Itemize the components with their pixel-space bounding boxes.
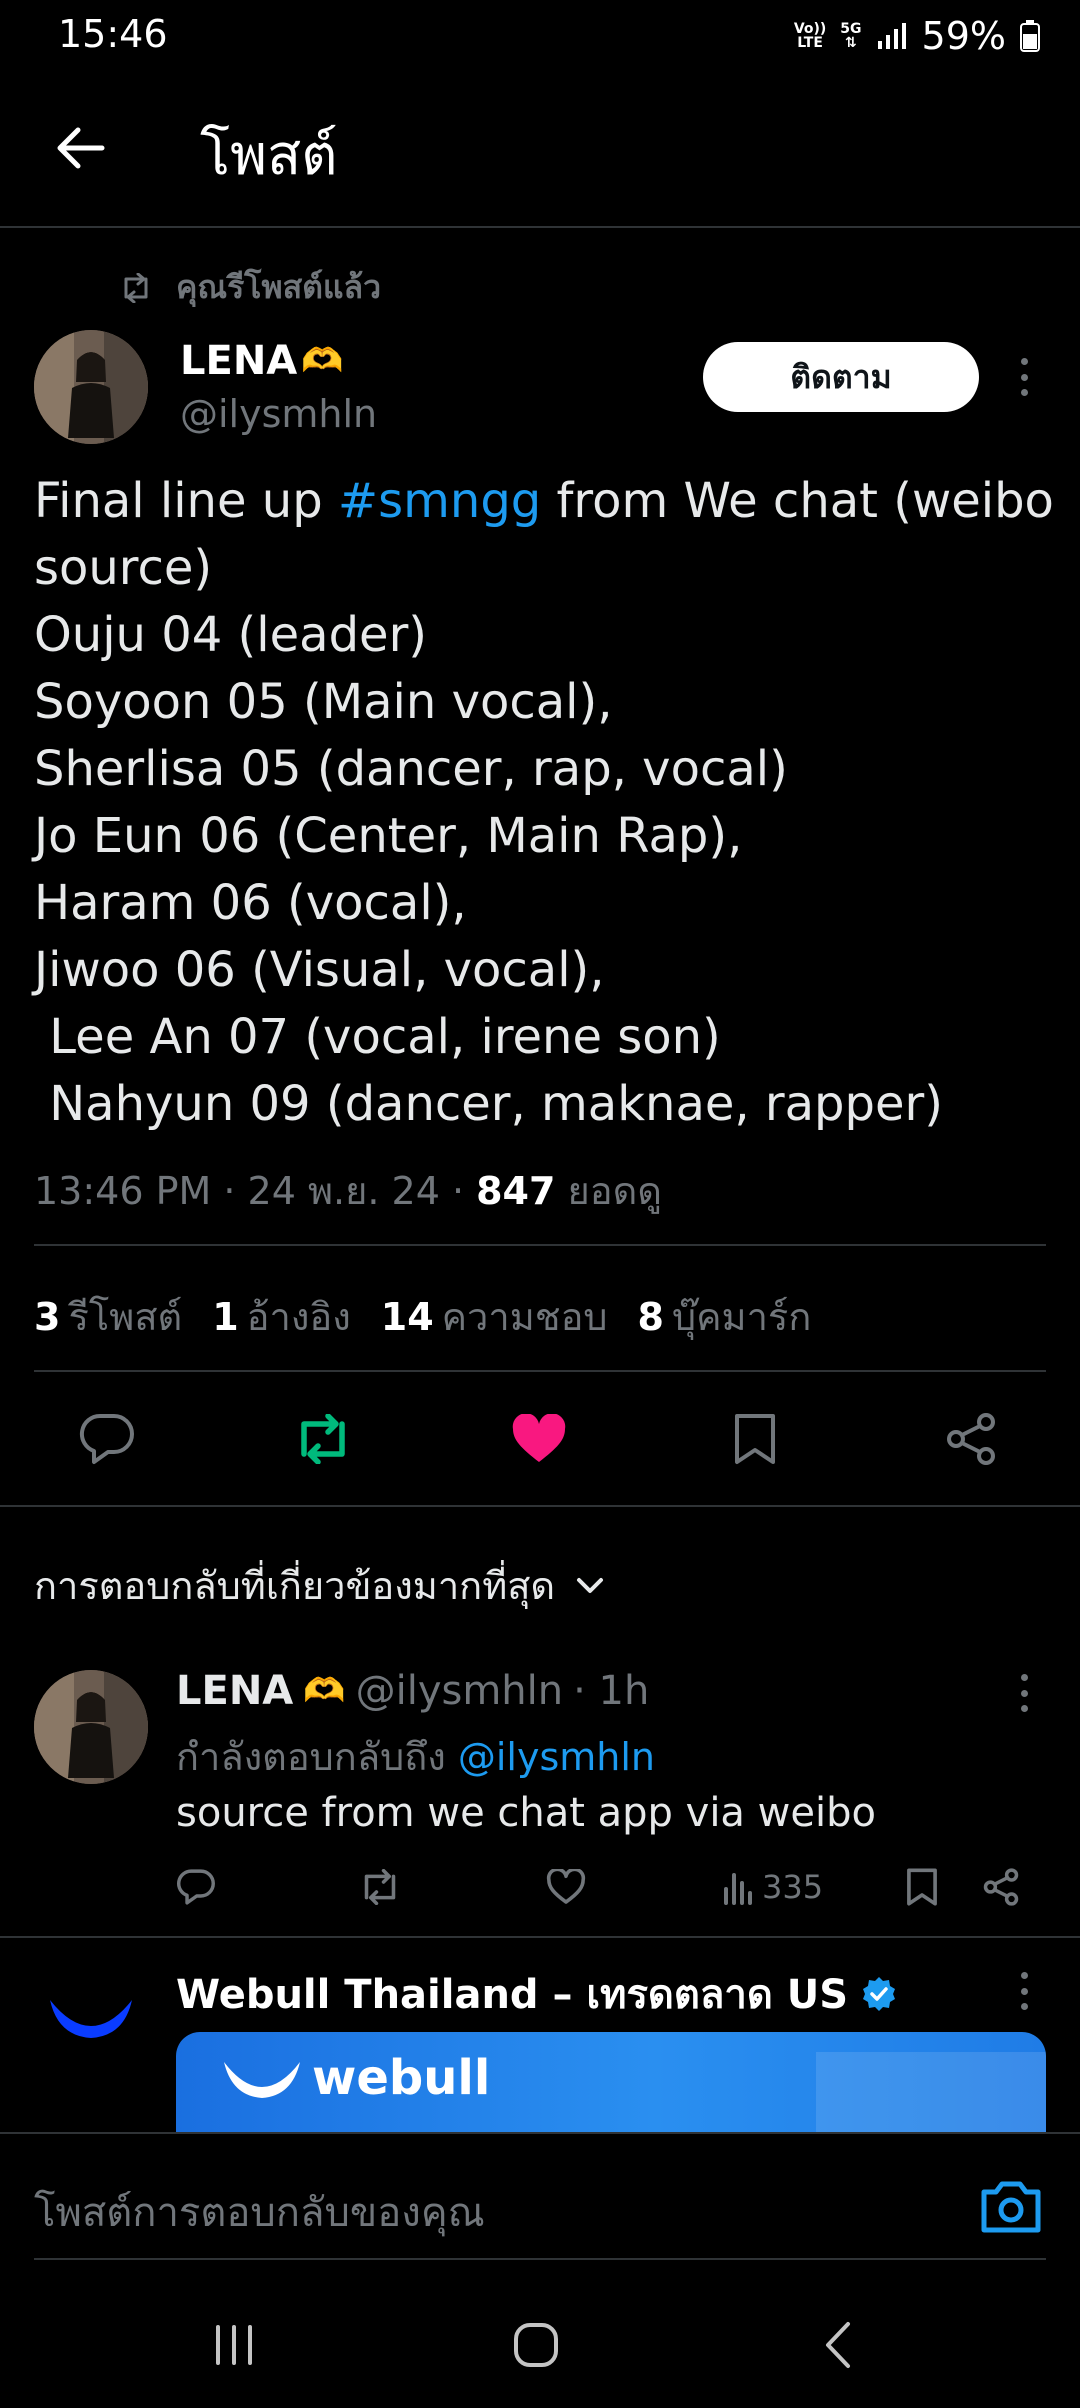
home-icon [514,2323,558,2367]
back-button[interactable] [40,112,120,184]
heart-icon [512,1414,566,1462]
reply-handle: @ilysmhln [355,1668,564,1714]
camera-button[interactable] [978,2176,1044,2236]
compose-underline [34,2258,1046,2260]
reply-more-options-icon[interactable] [1009,1668,1039,1718]
page-title: โพสต์ [200,123,338,188]
quotes-stat[interactable]: 1 อ้างอิง [212,1286,351,1347]
home-button[interactable] [496,2310,576,2380]
camera-icon [981,2181,1041,2233]
signal-icon [877,23,906,49]
tweet-line: Ouju 04 (leader) [34,607,428,663]
view-count: 847 [476,1169,556,1213]
system-back-button[interactable] [798,2310,878,2380]
reply-share-button[interactable] [982,1862,1020,1912]
ad-media-decoration [816,2052,1046,2132]
network-indicator: 5G ⇅ [840,21,862,51]
reply-icon [79,1413,134,1464]
tweet-timestamp: 13:46 PM · 24 พ.ย. 24 · 847 ยอดดู [34,1169,662,1213]
tweet-line: Haram 06 (vocal), [34,875,467,931]
volte-indicator: Vo)) LTE [793,21,827,51]
reply-icon [177,1869,215,1905]
tweet-stats: 3 รีโพสต์ 1 อ้างอิง 14 ความชอบ 8 บุ๊คมาร์ก [34,1286,811,1347]
hands-heart-emoji: 🫶 [301,341,344,381]
header-divider [0,226,1080,228]
repost-icon [124,272,148,303]
bookmark-icon [907,1868,937,1906]
hands-heart-emoji: 🫶 [303,1671,346,1711]
divider [34,1244,1046,1246]
divider [34,1370,1046,1372]
author-name[interactable]: LENA 🫶 [180,338,344,384]
likes-stat[interactable]: 14 ความชอบ [381,1286,608,1347]
reply-time: · 1h [573,1668,650,1714]
reply-bookmark-button[interactable] [906,1862,938,1912]
reply-input[interactable]: โพสต์การตอบกลับของคุณ [34,2180,485,2244]
share-icon [947,1413,995,1465]
share-icon [983,1868,1019,1906]
reply-reply-button[interactable] [176,1862,216,1912]
analytics-icon [724,1873,752,1905]
bookmark-icon [735,1414,775,1464]
reply-avatar[interactable] [34,1670,148,1784]
reply-like-button[interactable] [546,1862,586,1912]
chevron-left-icon [826,2322,850,2368]
bookmark-button[interactable] [720,1404,790,1474]
author-handle[interactable]: @ilysmhln [180,392,377,436]
tweet-line: Lee An 07 (vocal, irene son) [34,1009,721,1065]
tweet-line: Nahyun 09 (dancer, maknae, rapper) [34,1076,943,1132]
repost-icon [301,1414,345,1464]
status-icons: Vo)) LTE 5G ⇅ 59% [794,12,1040,60]
like-button[interactable] [504,1404,574,1474]
repost-label[interactable]: คุณรีโพสต์แล้ว [118,262,381,313]
recent-apps-button[interactable] [194,2310,274,2380]
more-options-icon[interactable] [1009,352,1039,402]
tweet-line: Jiwoo 06 (Visual, vocal), [34,942,605,998]
replying-to: กำลังตอบกลับถึง @ilysmhln [176,1735,656,1779]
divider [0,1936,1080,1938]
bookmarks-stat[interactable]: 8 บุ๊คมาร์ก [638,1286,812,1347]
webull-logo[interactable] [44,1982,138,2052]
status-time: 15:46 [58,12,168,56]
reply-repost-button[interactable] [358,1862,402,1912]
ad-account-name[interactable]: Webull Thailand – เทรดตลาด US [176,1962,898,2026]
compose-reply-bar: โพสต์การตอบกลับของคุณ [0,2132,1080,2282]
heart-icon [546,1869,586,1904]
ad-media[interactable]: webull [176,2032,1046,2132]
reposts-stat[interactable]: 3 รีโพสต์ [34,1286,182,1347]
recent-apps-icon [216,2325,252,2365]
author-avatar[interactable] [34,330,148,444]
share-button[interactable] [936,1404,1006,1474]
mention-link[interactable]: @ilysmhln [458,1735,655,1779]
divider [0,1505,1080,1507]
ad-more-options-icon[interactable] [1009,1966,1039,2016]
reply-button[interactable] [72,1404,142,1474]
arrow-left-icon [57,127,105,169]
tweet-line: Jo Eun 06 (Center, Main Rap), [34,808,743,864]
tweet-line: Soyoon 05 (Main vocal), [34,674,613,730]
reply-author[interactable]: LENA 🫶 @ilysmhln · 1h [176,1668,649,1714]
follow-button[interactable]: ติดตาม [703,342,979,412]
tweet-line: Sherlisa 05 (dancer, rap, vocal) [34,741,788,797]
reply-text: source from we chat app via weibo [176,1790,876,1836]
tweet-text: Final line up #smngg from We chat (weibo… [34,468,1054,1138]
chevron-down-icon [577,1577,604,1593]
tweet-line: source) [34,540,213,596]
reply-views[interactable]: 335 [722,1862,823,1912]
verified-badge-icon [863,1977,896,2011]
reply-sort-dropdown[interactable]: การตอบกลับที่เกี่ยวข้องมากที่สุด [34,1555,605,1616]
tweet-line: Final line up #smngg from We chat (weibo [34,473,1054,529]
battery-icon [1020,20,1040,52]
battery-percent: 59% [921,14,1006,58]
repost-icon [364,1869,396,1905]
ad-media-wordmark: webull [312,2050,491,2106]
hashtag-link[interactable]: #smngg [338,473,541,529]
webull-mark-icon [224,2062,300,2098]
repost-button[interactable] [288,1404,358,1474]
